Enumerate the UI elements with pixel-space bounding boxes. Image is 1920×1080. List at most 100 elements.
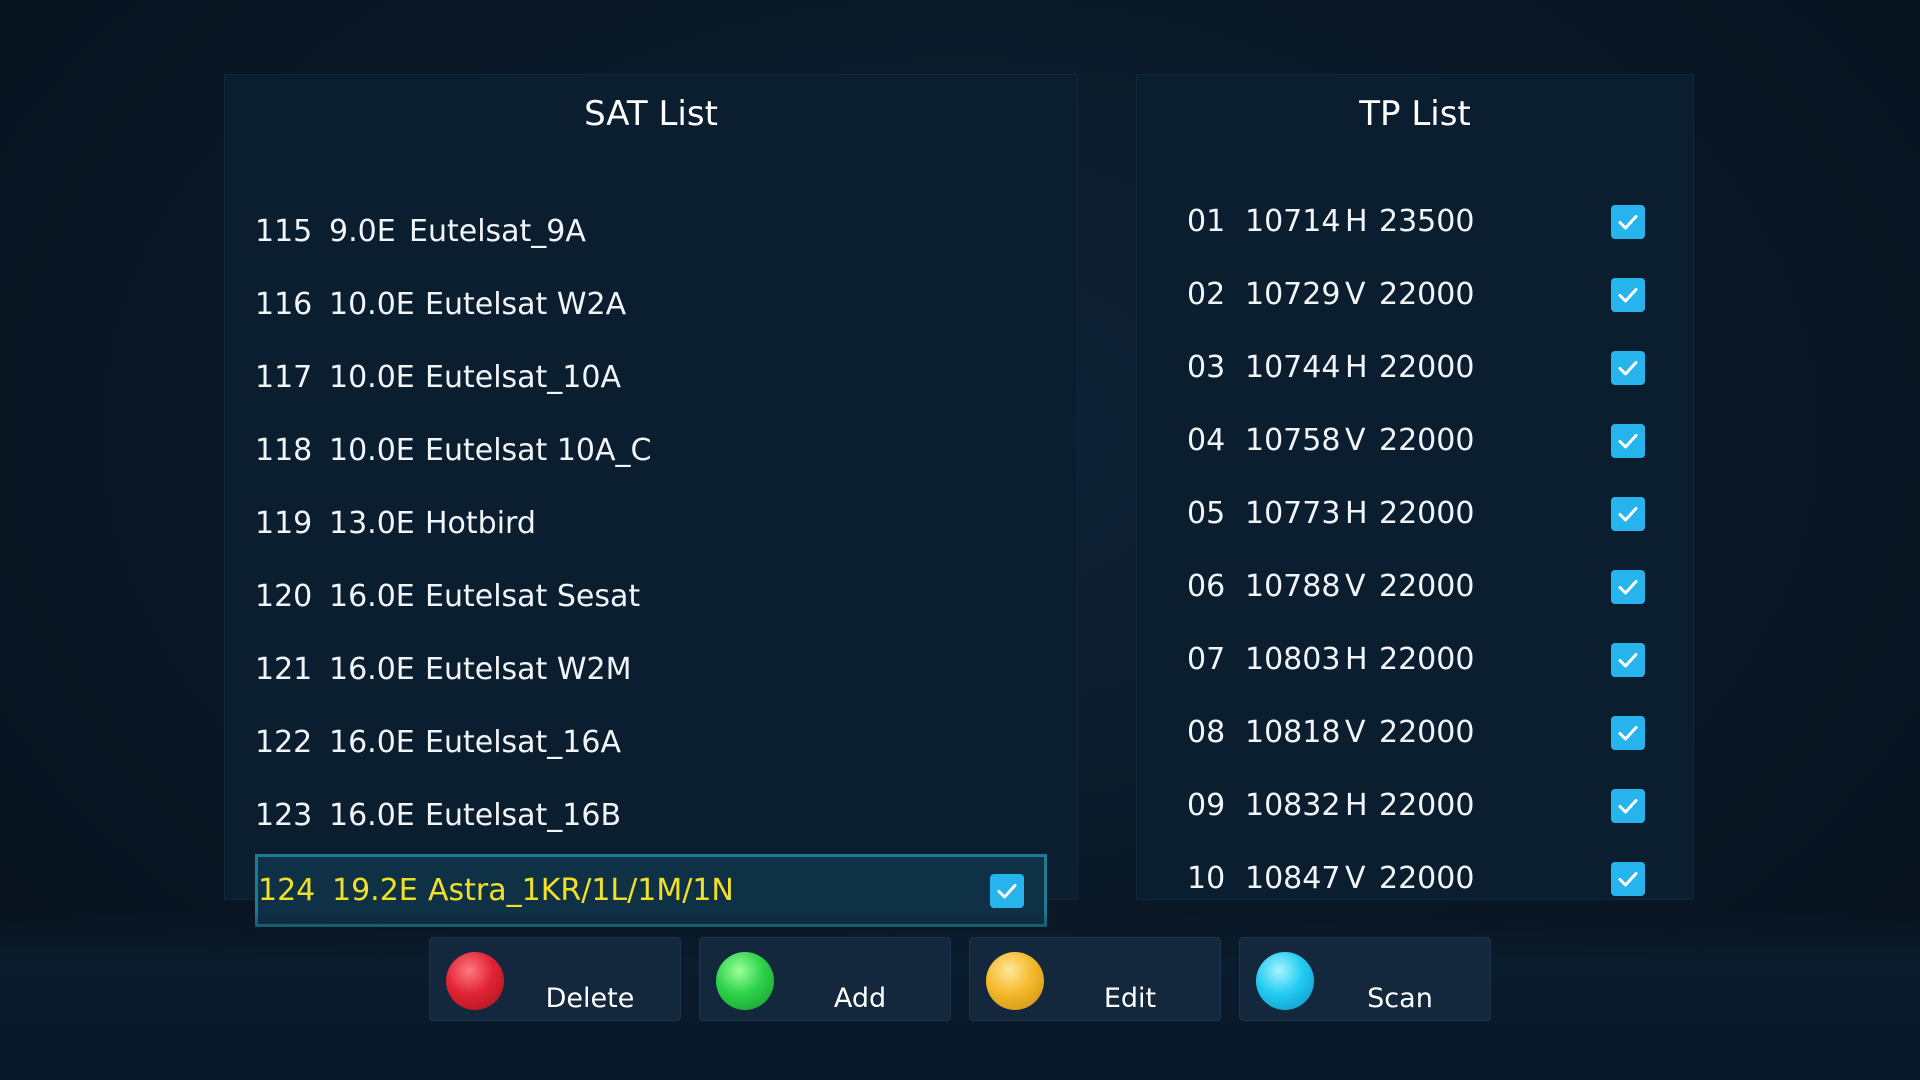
green-circle-icon (716, 952, 774, 1010)
tp-list-item[interactable]: 10 10847 V 22000 (1167, 842, 1663, 915)
checkbox-checked-icon[interactable] (1611, 350, 1645, 385)
sat-position: 13.0E (329, 506, 415, 541)
tp-number: 01 (1187, 204, 1226, 239)
sat-position: 16.0E (329, 652, 415, 687)
delete-button-label: Delete (545, 983, 635, 1014)
tp-symbol-rate: 22000 (1379, 861, 1475, 896)
tp-list-panel: TP List 01 10714 H 23500 02 10729 V 2200… (1136, 74, 1694, 900)
tp-frequency: 10744 (1245, 350, 1341, 385)
sat-name: Eutelsat W2A (425, 287, 627, 322)
sat-name: Eutelsat_10A (425, 360, 621, 395)
sat-list-item[interactable]: 120 16.0E Eutelsat Sesat (255, 560, 1047, 633)
tp-polarization: V (1345, 277, 1366, 312)
tp-polarization: V (1345, 861, 1366, 896)
sat-position: 16.0E (329, 798, 415, 833)
checkbox-checked-icon[interactable] (1611, 861, 1645, 896)
tp-polarization: V (1345, 569, 1366, 604)
sat-number: 116 (255, 287, 313, 322)
tp-polarization: H (1345, 642, 1368, 677)
tp-polarization: H (1345, 788, 1368, 823)
sat-list-item[interactable]: 118 10.0E Eutelsat 10A_C (255, 414, 1047, 487)
sat-number: 118 (255, 433, 313, 468)
edit-button[interactable]: Edit (969, 937, 1221, 1021)
sat-position: 9.0E (329, 214, 396, 249)
yellow-circle-icon (986, 952, 1044, 1010)
tp-number: 05 (1187, 496, 1226, 531)
tp-list-item[interactable]: 05 10773 H 22000 (1167, 477, 1663, 550)
sat-position: 16.0E (329, 725, 415, 760)
tp-number: 06 (1187, 569, 1226, 604)
sat-list-item[interactable]: 115 9.0E Eutelsat_9A (255, 195, 1047, 268)
tp-number: 04 (1187, 423, 1226, 458)
tp-list: 01 10714 H 23500 02 10729 V 22000 03 107… (1167, 185, 1663, 915)
blue-circle-icon (1256, 952, 1314, 1010)
tp-list-item[interactable]: 02 10729 V 22000 (1167, 258, 1663, 331)
sat-number: 121 (255, 652, 313, 687)
checkbox-checked-icon[interactable] (1611, 423, 1645, 458)
sat-position: 19.2E (332, 873, 418, 908)
tp-symbol-rate: 22000 (1379, 788, 1475, 823)
sat-name: Astra_1KR/1L/1M/1N (428, 873, 734, 908)
tp-symbol-rate: 23500 (1379, 204, 1475, 239)
sat-list-item[interactable]: 122 16.0E Eutelsat_16A (255, 706, 1047, 779)
tp-symbol-rate: 22000 (1379, 642, 1475, 677)
sat-number: 122 (255, 725, 313, 760)
checkbox-checked-icon[interactable] (1611, 204, 1645, 239)
checkbox-checked-icon[interactable] (1611, 496, 1645, 531)
checkbox-checked-icon[interactable] (1611, 277, 1645, 312)
tp-polarization: V (1345, 423, 1366, 458)
checkbox-checked-icon[interactable] (1611, 569, 1645, 604)
sat-number: 124 (258, 873, 316, 908)
sat-list-item[interactable]: 121 16.0E Eutelsat W2M (255, 633, 1047, 706)
tp-frequency: 10818 (1245, 715, 1341, 750)
sat-name: Eutelsat W2M (425, 652, 632, 687)
sat-list-title: SAT List (584, 94, 718, 134)
tp-list-title: TP List (1359, 94, 1471, 134)
sat-position: 10.0E (329, 360, 415, 395)
scan-button[interactable]: Scan (1239, 937, 1491, 1021)
add-button[interactable]: Add (699, 937, 951, 1021)
footer-bar (0, 910, 1920, 1080)
tp-list-item[interactable]: 04 10758 V 22000 (1167, 404, 1663, 477)
delete-button[interactable]: Delete (429, 937, 681, 1021)
sat-list: 115 9.0E Eutelsat_9A 116 10.0E Eutelsat … (255, 195, 1047, 927)
tp-list-item[interactable]: 03 10744 H 22000 (1167, 331, 1663, 404)
sat-position: 10.0E (329, 287, 415, 322)
tp-list-item[interactable]: 09 10832 H 22000 (1167, 769, 1663, 842)
sat-name: Hotbird (425, 506, 536, 541)
tp-number: 02 (1187, 277, 1226, 312)
tp-list-item[interactable]: 08 10818 V 22000 (1167, 696, 1663, 769)
sat-list-item[interactable]: 116 10.0E Eutelsat W2A (255, 268, 1047, 341)
sat-name: Eutelsat_16A (425, 725, 621, 760)
tp-frequency: 10773 (1245, 496, 1341, 531)
tp-polarization: H (1345, 350, 1368, 385)
checkbox-checked-icon[interactable] (1611, 642, 1645, 677)
tp-list-item[interactable]: 01 10714 H 23500 (1167, 185, 1663, 258)
tp-symbol-rate: 22000 (1379, 496, 1475, 531)
tp-frequency: 10714 (1245, 204, 1341, 239)
checkbox-checked-icon[interactable] (990, 873, 1024, 908)
sat-list-item[interactable]: 123 16.0E Eutelsat_16B (255, 779, 1047, 852)
tp-frequency: 10758 (1245, 423, 1341, 458)
tp-frequency: 10847 (1245, 861, 1341, 896)
tp-symbol-rate: 22000 (1379, 423, 1475, 458)
tp-number: 08 (1187, 715, 1226, 750)
checkbox-checked-icon[interactable] (1611, 788, 1645, 823)
tp-list-item[interactable]: 07 10803 H 22000 (1167, 623, 1663, 696)
edit-button-label: Edit (1103, 983, 1157, 1014)
tp-symbol-rate: 22000 (1379, 715, 1475, 750)
sat-number: 115 (255, 214, 313, 249)
tp-polarization: H (1345, 204, 1368, 239)
tp-symbol-rate: 22000 (1379, 277, 1475, 312)
sat-position: 10.0E (329, 433, 415, 468)
tp-polarization: H (1345, 496, 1368, 531)
sat-name: Eutelsat Sesat (425, 579, 641, 614)
sat-name: Eutelsat_16B (425, 798, 622, 833)
tp-frequency: 10729 (1245, 277, 1341, 312)
sat-list-item[interactable]: 119 13.0E Hotbird (255, 487, 1047, 560)
checkbox-checked-icon[interactable] (1611, 715, 1645, 750)
sat-list-item[interactable]: 117 10.0E Eutelsat_10A (255, 341, 1047, 414)
tp-symbol-rate: 22000 (1379, 350, 1475, 385)
tp-frequency: 10803 (1245, 642, 1341, 677)
tp-list-item[interactable]: 06 10788 V 22000 (1167, 550, 1663, 623)
